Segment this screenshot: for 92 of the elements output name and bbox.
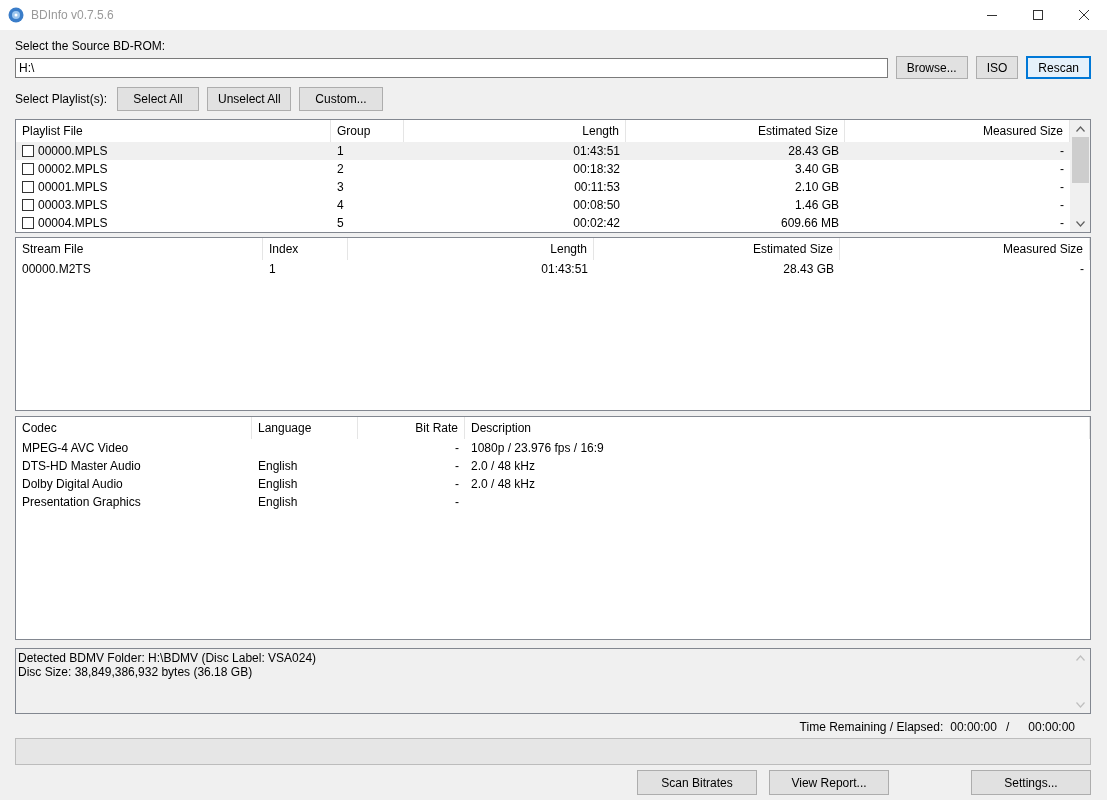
table-cell-text: 00:08:50 bbox=[573, 197, 620, 214]
toolbar-button[interactable]: ISO bbox=[975, 56, 1019, 79]
table-row[interactable]: 00001.MPLS 3 00:11:53 2.10 GB - bbox=[16, 178, 1070, 196]
table-cell-text: 2.0 / 48 kHz bbox=[471, 476, 536, 493]
table-cell-text: 28.43 GB bbox=[783, 261, 834, 278]
column-header[interactable]: Language bbox=[252, 417, 358, 439]
table-cell-text: 3 bbox=[337, 179, 344, 196]
table-cell-text: - bbox=[1060, 179, 1064, 196]
table-row[interactable]: 00000.MPLS 1 01:43:51 28.43 GB - bbox=[16, 142, 1070, 160]
table-cell-text: 00:02:42 bbox=[573, 215, 620, 232]
table-cell-text: English bbox=[258, 494, 298, 511]
log-line: Detected BDMV Folder: H:\BDMV (Disc Label: VSA024) bbox=[18, 651, 318, 665]
table-cell-text: 2 bbox=[337, 161, 344, 178]
table-row[interactable]: 00004.MPLS 5 00:02:42 609.66 MB - bbox=[16, 214, 1070, 232]
table-cell-text: 00:18:32 bbox=[573, 161, 620, 178]
table-row[interactable]: MPEG-4 AVC Video - 1080p / 23.976 fps / 16:9 bbox=[16, 439, 1090, 457]
table-cell-text: MPEG-4 AVC Video bbox=[22, 440, 129, 457]
table-cell-text: Dolby Digital Audio bbox=[22, 476, 123, 493]
table-row[interactable]: DTS-HD Master Audio English - 2.0 / 48 kHz bbox=[16, 457, 1090, 475]
action-button[interactable]: Scan Bitrates bbox=[637, 770, 757, 795]
table-row[interactable]: Presentation Graphics English - bbox=[16, 493, 1090, 511]
table-cell-text: 01:43:51 bbox=[573, 143, 620, 160]
disc-icon bbox=[8, 7, 24, 23]
table-cell-text: - bbox=[455, 440, 459, 457]
table-cell-text: 1.46 GB bbox=[794, 197, 839, 214]
table-cell-text: English bbox=[258, 476, 298, 493]
table-cell-text: 3.40 GB bbox=[794, 161, 839, 178]
action-button[interactable]: Settings... bbox=[971, 770, 1091, 795]
table-cell-text: - bbox=[1060, 215, 1064, 232]
table-cell-text: 00000.MPLS bbox=[38, 143, 108, 160]
log-line: Disc Size: 38,849,386,932 bytes (36.18 GB) bbox=[18, 665, 254, 679]
table-cell-text: DTS-HD Master Audio bbox=[22, 458, 141, 475]
table-cell-text: 00004.MPLS bbox=[38, 215, 108, 232]
select-button[interactable]: Unselect All bbox=[207, 87, 291, 111]
scrollbar[interactable] bbox=[1070, 120, 1090, 232]
column-header[interactable]: Bit Rate bbox=[358, 417, 465, 439]
column-header[interactable]: Length bbox=[348, 238, 594, 260]
toolbar-button[interactable]: Browse... bbox=[895, 56, 968, 79]
checkbox[interactable] bbox=[22, 145, 34, 157]
table-cell-text: 4 bbox=[337, 197, 344, 214]
table-cell-text: 00:11:53 bbox=[574, 179, 620, 196]
table-cell-text: 28.43 GB bbox=[788, 143, 839, 160]
table-row[interactable]: 00002.MPLS 2 00:18:32 3.40 GB - bbox=[16, 160, 1070, 178]
path-input[interactable]: H:\ bbox=[15, 57, 888, 78]
select-button[interactable]: Custom... bbox=[299, 87, 383, 111]
table-cell-text: 2.0 / 48 kHz bbox=[471, 458, 536, 475]
scrollbar-thumb[interactable] bbox=[1071, 137, 1089, 183]
table-cell-text: - bbox=[1060, 161, 1064, 178]
table-cell-text: - bbox=[1060, 197, 1064, 214]
table-cell-text: 00003.MPLS bbox=[38, 197, 108, 214]
time-elapsed: 00:00:00 bbox=[1028, 719, 1075, 735]
table-row[interactable]: 00000.M2TS 1 01:43:51 28.43 GB - bbox=[16, 260, 1090, 278]
playlist-label: Select Playlist(s): bbox=[15, 92, 109, 106]
select-button[interactable]: Select All bbox=[117, 87, 199, 111]
table-cell-text: - bbox=[455, 494, 459, 511]
table-cell-text: 5 bbox=[337, 215, 344, 232]
table-cell-text: 1 bbox=[337, 143, 344, 160]
window-title: BDInfo v0.7.5.6 bbox=[31, 8, 115, 22]
toolbar-button[interactable]: Rescan bbox=[1026, 56, 1091, 79]
table-cell-text: 00000.M2TS bbox=[22, 261, 91, 278]
table-row[interactable]: Dolby Digital Audio English - 2.0 / 48 kHz bbox=[16, 475, 1090, 493]
time-remaining: 00:00:00 bbox=[950, 719, 997, 735]
checkbox[interactable] bbox=[22, 181, 34, 193]
table-cell-text: 1 bbox=[269, 261, 276, 278]
checkbox[interactable] bbox=[22, 217, 34, 229]
table-row[interactable]: 00003.MPLS 4 00:08:50 1.46 GB - bbox=[16, 196, 1070, 214]
table-cell-text: 1080p / 23.976 fps / 16:9 bbox=[471, 440, 604, 457]
column-header[interactable]: Description bbox=[465, 417, 1090, 439]
table-cell-text: English bbox=[258, 458, 298, 475]
source-label: Select the Source BD-ROM: bbox=[15, 38, 167, 54]
table-cell-text: 01:43:51 bbox=[541, 261, 588, 278]
checkbox[interactable] bbox=[22, 199, 34, 211]
table-cell-text: - bbox=[1080, 261, 1084, 278]
column-header[interactable]: Index bbox=[263, 238, 348, 260]
close-icon[interactable] bbox=[1078, 9, 1090, 21]
checkbox[interactable] bbox=[22, 163, 34, 175]
action-button[interactable]: View Report... bbox=[769, 770, 889, 795]
table-cell-text: - bbox=[1060, 143, 1064, 160]
table-cell-text: 2.10 GB bbox=[794, 179, 839, 196]
table-cell-text: - bbox=[455, 458, 459, 475]
column-header[interactable]: Stream File bbox=[16, 238, 263, 260]
table-cell-text: 00002.MPLS bbox=[38, 161, 108, 178]
column-header[interactable]: Codec bbox=[16, 417, 252, 439]
table-cell-text: - bbox=[455, 476, 459, 493]
table-cell-text: Presentation Graphics bbox=[22, 494, 141, 511]
table-cell-text: 609.66 MB bbox=[780, 215, 839, 232]
column-header[interactable]: Measured Size bbox=[840, 238, 1090, 260]
maximize-icon[interactable] bbox=[1032, 9, 1044, 21]
time-label: Time Remaining / Elapsed: bbox=[799, 719, 944, 735]
table-cell-text: 00001.MPLS bbox=[38, 179, 108, 196]
column-header[interactable]: Estimated Size bbox=[594, 238, 840, 260]
time-separator: / bbox=[1005, 719, 1010, 735]
